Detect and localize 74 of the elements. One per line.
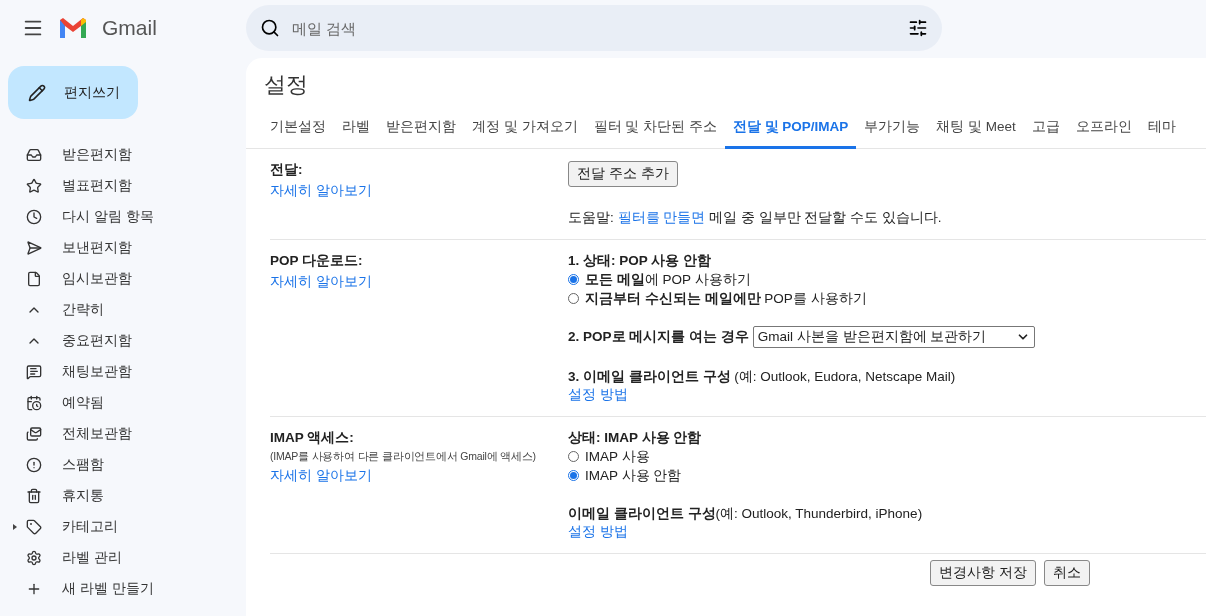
- dropdown[interactable]: Gmail 사본을 받은편지함에 보관하기: [752, 326, 1035, 348]
- sidebar-item[interactable]: 간략히: [62, 300, 104, 319]
- radio-label: IMAP 사용 안함: [585, 466, 682, 485]
- filter-options-icon[interactable]: [908, 18, 928, 38]
- settings-tab[interactable]: 테마: [1139, 118, 1184, 149]
- settings-tab[interactable]: 채팅 및 Meet: [928, 118, 1024, 149]
- sidebar-item[interactable]: 보낸편지함: [62, 238, 132, 257]
- section-title: 전달:: [270, 161, 304, 179]
- search-field[interactable]: 메일 검색: [290, 18, 898, 38]
- gmail-logo-icon: [58, 16, 88, 40]
- sidebar-item[interactable]: 스팸함: [62, 455, 104, 474]
- section-title: IMAP 액세스:: [270, 429, 355, 447]
- learn-more-link[interactable]: 자세히 알아보기: [270, 182, 568, 200]
- sidebar-item[interactable]: 카테고리: [62, 517, 118, 536]
- settings-tab[interactable]: 전달 및 POP/IMAP: [724, 118, 857, 149]
- sidebar-item[interactable]: 받은편지함: [62, 145, 132, 164]
- settings-icon[interactable]: [26, 549, 42, 566]
- radio-label: IMAP 사용: [585, 447, 650, 466]
- send-icon[interactable]: [26, 239, 42, 256]
- clock-icon[interactable]: [26, 208, 42, 225]
- compose-button[interactable]: 편지쓰기: [8, 66, 138, 119]
- settings-tab[interactable]: 부가기능: [856, 118, 929, 149]
- sidebar-item[interactable]: 라벨 관리: [62, 548, 122, 567]
- sidebar-item[interactable]: 중요편지함: [62, 331, 132, 350]
- mail-stack-icon[interactable]: [26, 425, 42, 442]
- client-config-text: 3. 이메일 클라이언트 구성 (예: Outlook, Eudora, Netscape Mail): [568, 368, 957, 386]
- pencil-icon: [28, 83, 46, 102]
- setup-link[interactable]: 설정 방법: [568, 386, 1206, 404]
- alert-icon[interactable]: [26, 456, 42, 473]
- radio-label: 모든 메일에 POP 사용하기: [585, 270, 751, 289]
- sidebar-item[interactable]: 별표편지함: [62, 176, 132, 195]
- settings-tab[interactable]: 오프라인: [1067, 118, 1140, 149]
- footer-button[interactable]: 취소: [1044, 560, 1090, 586]
- setup-link[interactable]: 설정 방법: [568, 523, 1206, 541]
- radio-button[interactable]: [568, 274, 579, 285]
- settings-tab[interactable]: 받은편지함: [378, 118, 464, 149]
- client-config-text: 이메일 클라이언트 구성(예: Outlook, Thunderbird, iPhone): [568, 505, 924, 523]
- sidebar-item[interactable]: 전체보관함: [62, 424, 132, 443]
- learn-more-link[interactable]: 자세히 알아보기: [270, 273, 568, 291]
- app-name: Gmail: [102, 16, 157, 40]
- inbox-icon[interactable]: [26, 146, 42, 163]
- sidebar-item[interactable]: 채팅보관함: [62, 362, 132, 381]
- settings-tab[interactable]: 계정 및 가져오기: [464, 118, 586, 149]
- star-icon[interactable]: [26, 177, 42, 194]
- file-icon[interactable]: [26, 270, 42, 287]
- option-label: 2. POP로 메시지를 여는 경우: [568, 328, 749, 346]
- sidebar-item[interactable]: 임시보관함: [62, 269, 132, 288]
- imap-note: (IMAP를 사용하여 다른 클라이언트에서 Gmail에 액세스): [270, 450, 537, 464]
- sidebar-item[interactable]: 휴지통: [62, 486, 104, 505]
- page-title: 설정: [263, 71, 309, 99]
- imap-status: 상태: IMAP 사용 안함: [568, 429, 703, 447]
- pop-status: 1. 상태: POP 사용 안함: [568, 252, 713, 270]
- settings-tab[interactable]: 기본설정: [262, 118, 334, 149]
- sidebar-item[interactable]: 새 라벨 만들기: [62, 579, 154, 598]
- radio-label: 지금부터 수신되는 메일에만 POP를 사용하기: [585, 289, 867, 308]
- section-title: POP 다운로드:: [270, 252, 364, 270]
- scheduled-icon[interactable]: [26, 394, 42, 411]
- settings-tab[interactable]: 고급: [1023, 118, 1068, 149]
- settings-tab[interactable]: 필터 및 차단된 주소: [585, 118, 725, 149]
- help-text: 도움말: 필터를 만들면 메일 중 일부만 전달할 수도 있습니다.: [568, 209, 943, 227]
- tag-icon[interactable]: [26, 518, 42, 535]
- add-forwarding-button[interactable]: 전달 주소 추가: [568, 161, 678, 187]
- expand-caret-icon[interactable]: [13, 523, 17, 530]
- footer-button[interactable]: 변경사항 저장: [930, 560, 1036, 586]
- radio-button[interactable]: [568, 470, 579, 481]
- search-icon[interactable]: [260, 18, 280, 38]
- create-filter-link[interactable]: 필터를 만들면: [617, 210, 706, 225]
- sidebar-item[interactable]: 예약됨: [62, 393, 104, 412]
- settings-tab[interactable]: 라벨: [334, 118, 378, 149]
- chat-icon[interactable]: [26, 363, 42, 380]
- sidebar-item[interactable]: 다시 알림 항목: [62, 207, 154, 226]
- search-bar[interactable]: 메일 검색: [246, 5, 942, 51]
- learn-more-link[interactable]: 자세히 알아보기: [270, 467, 568, 485]
- trash-icon[interactable]: [26, 487, 42, 504]
